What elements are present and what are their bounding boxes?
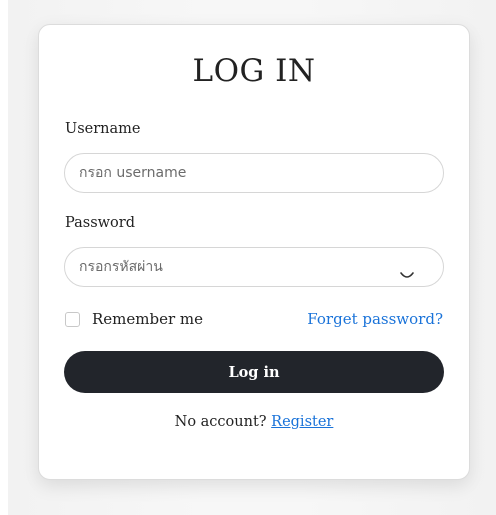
- remember-me-control[interactable]: Remember me: [65, 310, 203, 328]
- forgot-password-link[interactable]: Forget password?: [307, 310, 443, 328]
- page-title: LOG IN: [192, 53, 316, 89]
- remember-me-label: Remember me: [92, 310, 204, 328]
- login-card: LOG IN Username Password Remember me For…: [38, 24, 470, 480]
- login-button[interactable]: Log in: [64, 351, 444, 393]
- remember-me-checkbox[interactable]: [65, 311, 80, 327]
- username-label: Username: [65, 121, 141, 137]
- username-input[interactable]: [64, 153, 444, 193]
- register-link[interactable]: Register: [271, 414, 333, 430]
- eye-closed-icon[interactable]: [397, 269, 417, 283]
- register-prompt: No account?: [174, 414, 267, 430]
- register-prompt-line: No account? Register: [39, 414, 469, 430]
- password-label: Password: [65, 215, 135, 231]
- password-input[interactable]: [64, 247, 444, 287]
